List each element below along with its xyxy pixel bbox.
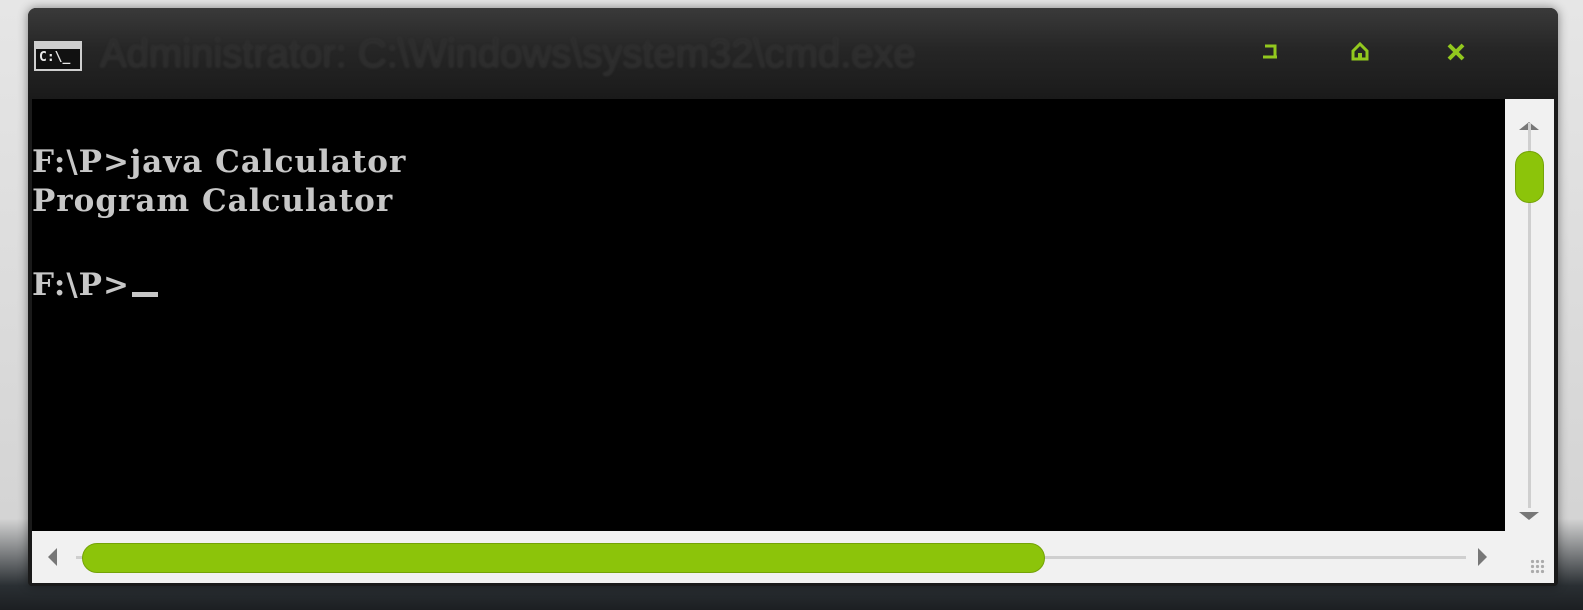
- arrow-left-icon[interactable]: [48, 548, 57, 566]
- cmd-window: C:\_ Administrator: C:\Windows\system32\…: [28, 8, 1558, 586]
- title-bar[interactable]: C:\_ Administrator: C:\Windows\system32\…: [28, 8, 1558, 99]
- vertical-scroll-thumb[interactable]: [1515, 151, 1544, 203]
- arrow-down-icon[interactable]: [1519, 512, 1539, 520]
- console-prompt: F:\P>: [32, 267, 130, 303]
- cmd-icon[interactable]: C:\_: [34, 41, 82, 71]
- horizontal-scroll-thumb[interactable]: [82, 543, 1045, 573]
- window-title: Administrator: C:\Windows\system32\cmd.e…: [100, 32, 916, 76]
- minimize-button[interactable]: [1254, 34, 1290, 70]
- console-output[interactable]: F:\P>java Calculator Program Calculator …: [32, 99, 1505, 531]
- resize-grip-icon[interactable]: [1530, 559, 1546, 575]
- maximize-button[interactable]: [1342, 34, 1378, 70]
- minimize-icon: [1263, 44, 1277, 59]
- text-cursor: [131, 292, 158, 297]
- console-prompt-line[interactable]: F:\P>: [32, 265, 158, 305]
- close-button[interactable]: [1438, 34, 1474, 70]
- console-line-1: F:\P>java Calculator: [32, 144, 407, 180]
- resize-corner[interactable]: [1505, 531, 1554, 583]
- close-icon: [1447, 43, 1465, 61]
- arrow-right-icon[interactable]: [1478, 548, 1487, 566]
- cmd-icon-bar: [36, 43, 80, 49]
- horizontal-scrollbar[interactable]: [32, 531, 1505, 583]
- console-line-2: Program Calculator: [32, 183, 394, 219]
- vertical-scrollbar[interactable]: [1505, 99, 1554, 531]
- cmd-icon-text: C:\_: [39, 50, 71, 65]
- maximize-icon: [1351, 41, 1369, 61]
